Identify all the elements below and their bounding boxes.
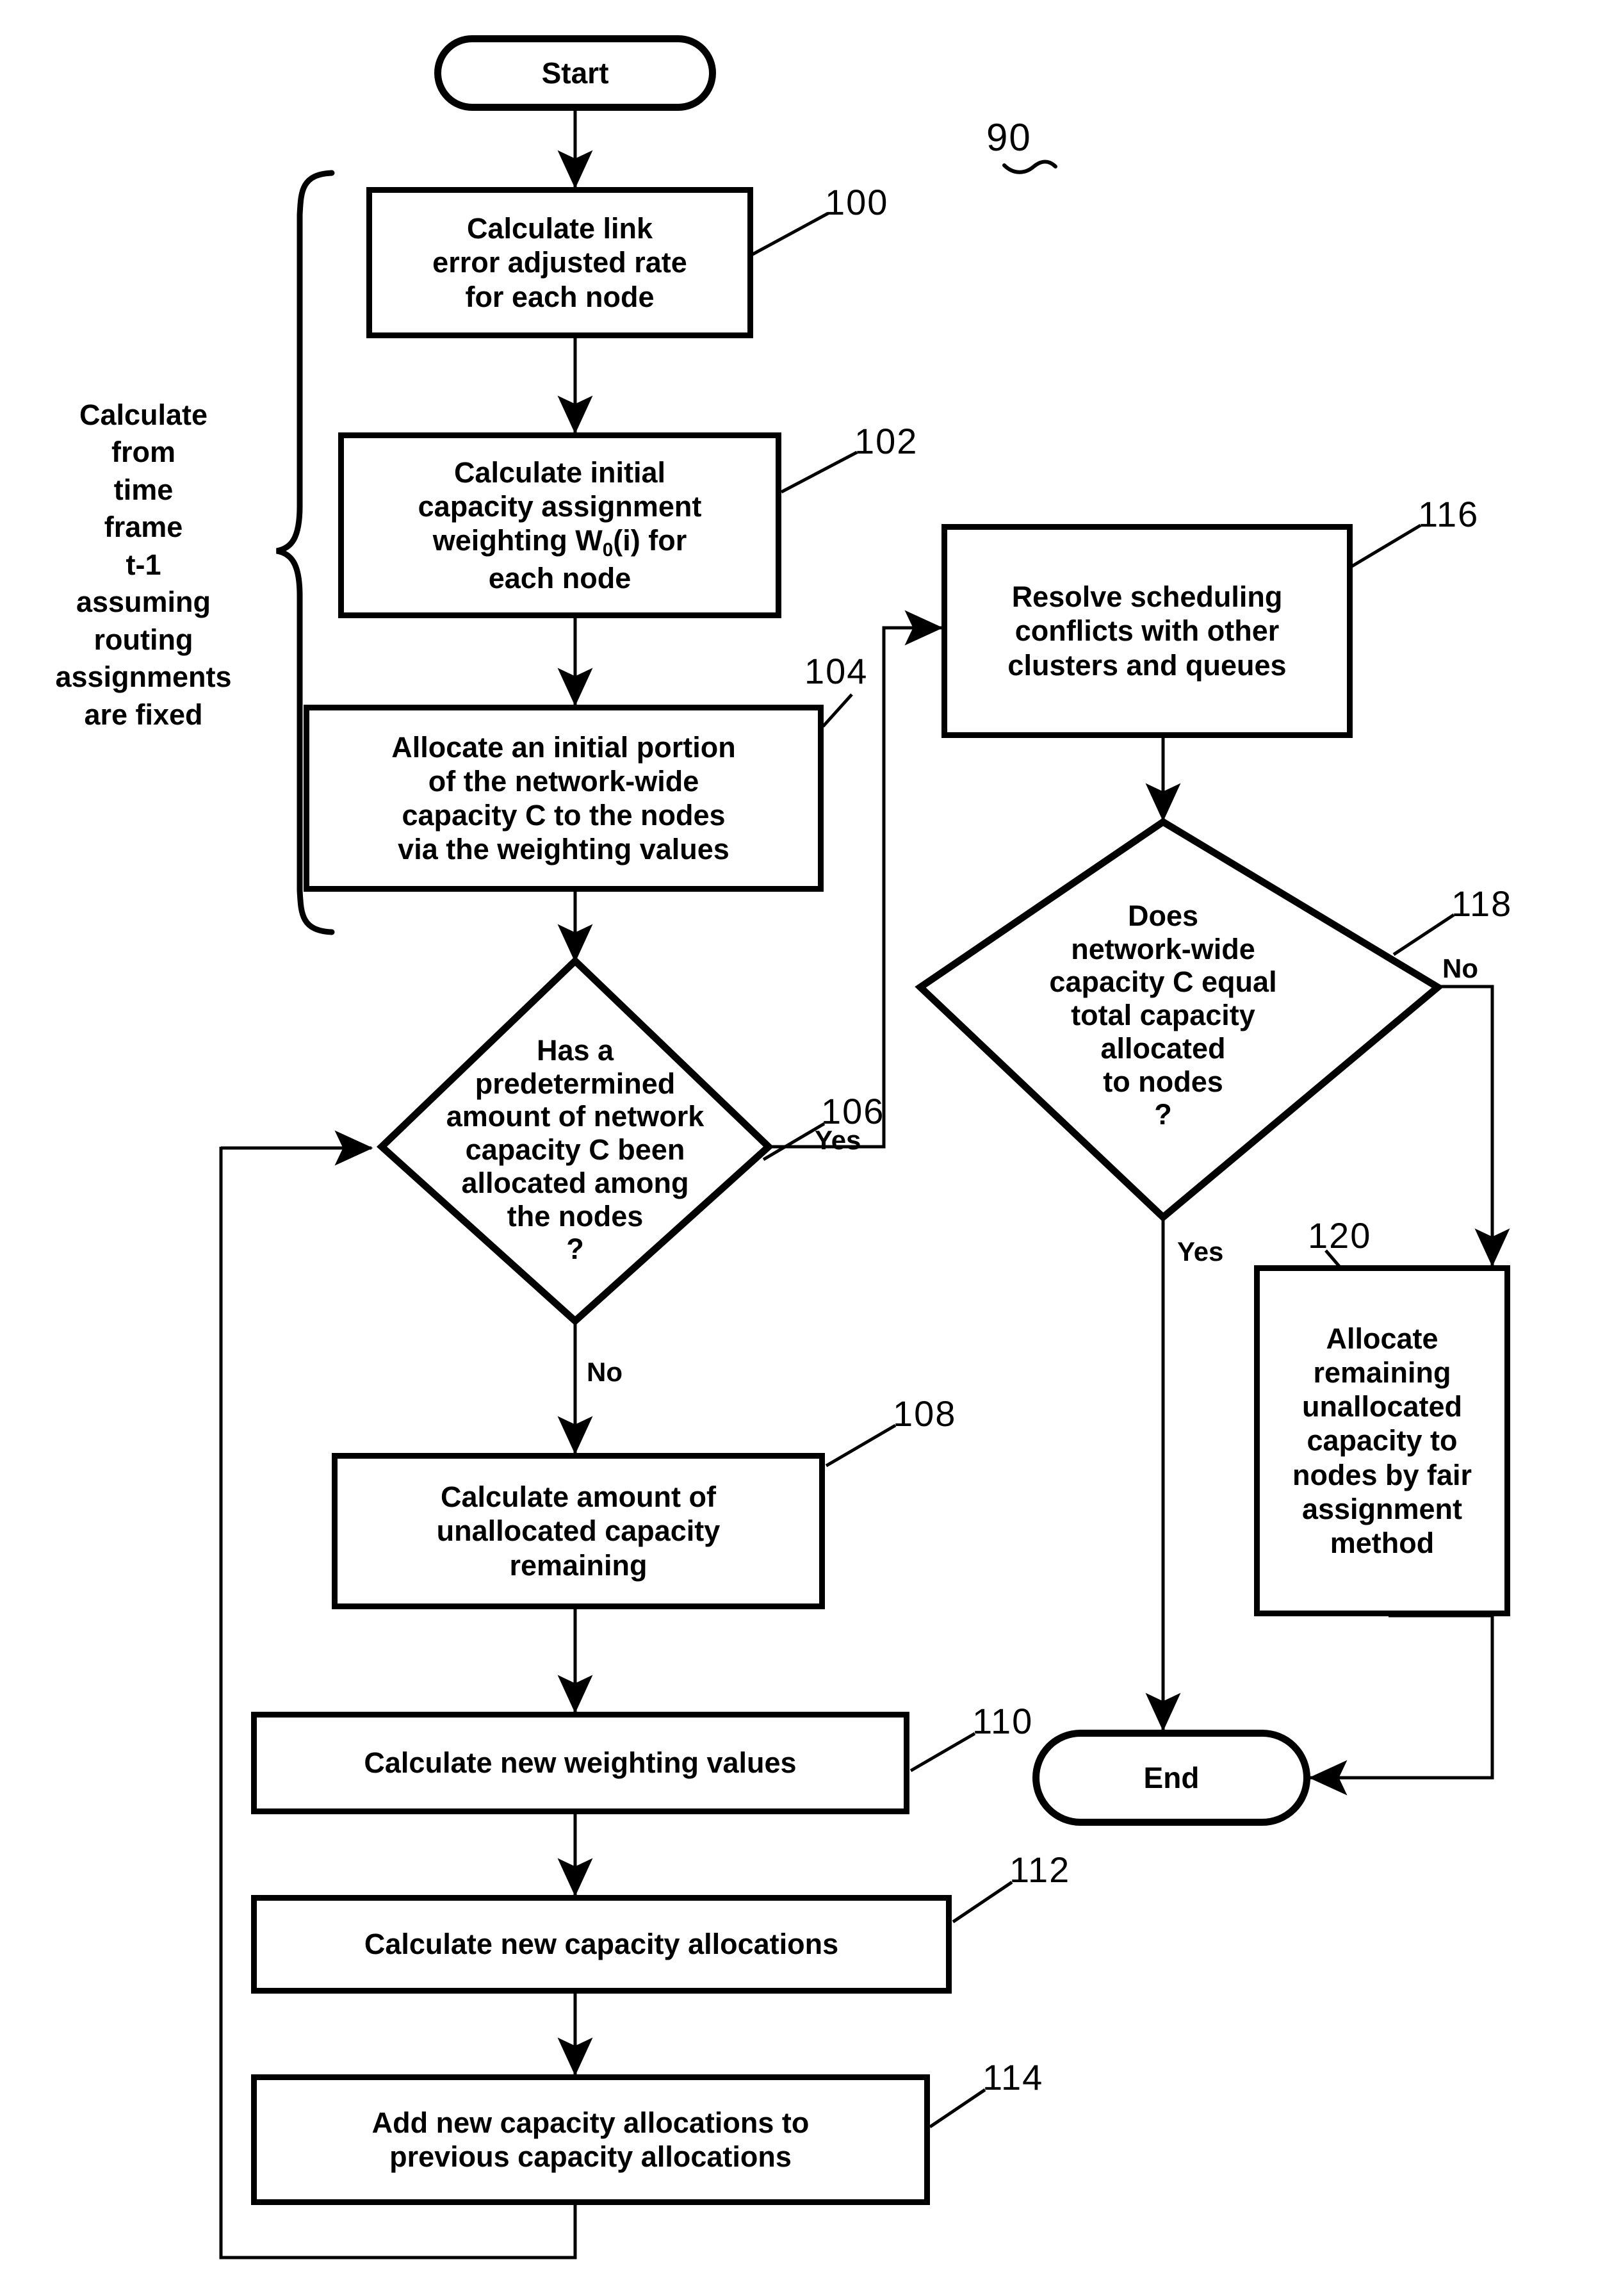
diamond-106 [376, 956, 774, 1326]
edge-label-106-no: No [587, 1357, 623, 1388]
process-120-label: Allocate remaining unallocated capacity … [1292, 1322, 1472, 1559]
ref-numeral-102: 102 [854, 420, 918, 462]
ref-numeral-116-text: 116 [1418, 494, 1479, 534]
ref-numeral-120-text: 120 [1308, 1215, 1372, 1256]
process-100[interactable]: Calculate link error adjusted rate for e… [366, 187, 753, 338]
ref-numeral-110-text: 110 [972, 1701, 1034, 1741]
figure-numeral: 90 [986, 115, 1032, 160]
reference-leader-lines [751, 211, 1455, 2129]
ref-numeral-104: 104 [804, 650, 868, 692]
ref-numeral-120: 120 [1308, 1215, 1371, 1256]
edge-label-118-no-text: No [1442, 953, 1478, 983]
start-terminal-label: Start [541, 56, 609, 90]
process-116-label: Resolve scheduling conflicts with other … [1007, 580, 1287, 682]
process-108-label: Calculate amount of unallocated capacity… [436, 1480, 721, 1582]
process-116[interactable]: Resolve scheduling conflicts with other … [941, 524, 1353, 738]
process-102[interactable]: Calculate initial capacity assignment we… [338, 432, 781, 618]
edge-label-118-no: No [1442, 953, 1478, 984]
process-110-label: Calculate new weighting values [364, 1746, 797, 1780]
edge-label-106-no-text: No [587, 1357, 623, 1387]
ref-numeral-110: 110 [972, 1700, 1033, 1742]
diamond-118 [915, 817, 1444, 1222]
process-114-label: Add new capacity allocations to previous… [371, 2106, 810, 2173]
ref-numeral-112: 112 [1009, 1849, 1070, 1890]
process-120[interactable]: Allocate remaining unallocated capacity … [1254, 1265, 1510, 1616]
ref-numeral-116: 116 [1418, 493, 1479, 535]
process-104[interactable]: Allocate an initial portion of the netwo… [304, 705, 824, 892]
grouping-annotation-text: Calculate from time frame t-1 assuming r… [55, 398, 232, 731]
process-104-label: Allocate an initial portion of the netwo… [391, 730, 736, 866]
process-108[interactable]: Calculate amount of unallocated capacity… [332, 1453, 825, 1609]
grouping-annotation: Calculate from time frame t-1 assuming r… [13, 359, 274, 734]
process-112[interactable]: Calculate new capacity allocations [251, 1895, 952, 1994]
start-terminal[interactable]: Start [434, 35, 716, 111]
ref-numeral-114-text: 114 [982, 2057, 1044, 2097]
ref-numeral-118: 118 [1451, 883, 1512, 924]
ref-numeral-108: 108 [893, 1393, 956, 1434]
figure-numeral-squiggle [1002, 160, 1057, 174]
decision-shapes [376, 817, 1444, 1326]
ref-numeral-102-text: 102 [854, 421, 918, 461]
process-100-label: Calculate link error adjusted rate for e… [432, 212, 687, 313]
edge-label-106-yes: Yes [815, 1125, 861, 1156]
edge-label-106-yes-text: Yes [815, 1125, 861, 1155]
process-102-label: Calculate initial capacity assignment we… [418, 455, 702, 595]
edge-label-118-yes-text: Yes [1177, 1236, 1224, 1267]
ref-numeral-114: 114 [982, 2056, 1043, 2098]
edge-label-118-yes: Yes [1177, 1236, 1223, 1267]
ref-numeral-108-text: 108 [893, 1393, 957, 1434]
ref-numeral-112-text: 112 [1009, 1849, 1071, 1890]
ref-numeral-104-text: 104 [804, 651, 868, 691]
ref-numeral-100-text: 100 [825, 182, 889, 222]
process-110[interactable]: Calculate new weighting values [251, 1712, 909, 1814]
process-112-label: Calculate new capacity allocations [364, 1928, 839, 1961]
ref-numeral-100: 100 [825, 181, 888, 223]
process-114[interactable]: Add new capacity allocations to previous… [251, 2074, 930, 2205]
end-terminal-label: End [1143, 1760, 1200, 1794]
flowchart-figure: Start Calculate link error adjusted rate… [0, 0, 1605, 2296]
ref-numeral-118-text: 118 [1451, 883, 1513, 924]
end-terminal[interactable]: End [1032, 1730, 1310, 1826]
figure-numeral-text: 90 [986, 116, 1032, 159]
